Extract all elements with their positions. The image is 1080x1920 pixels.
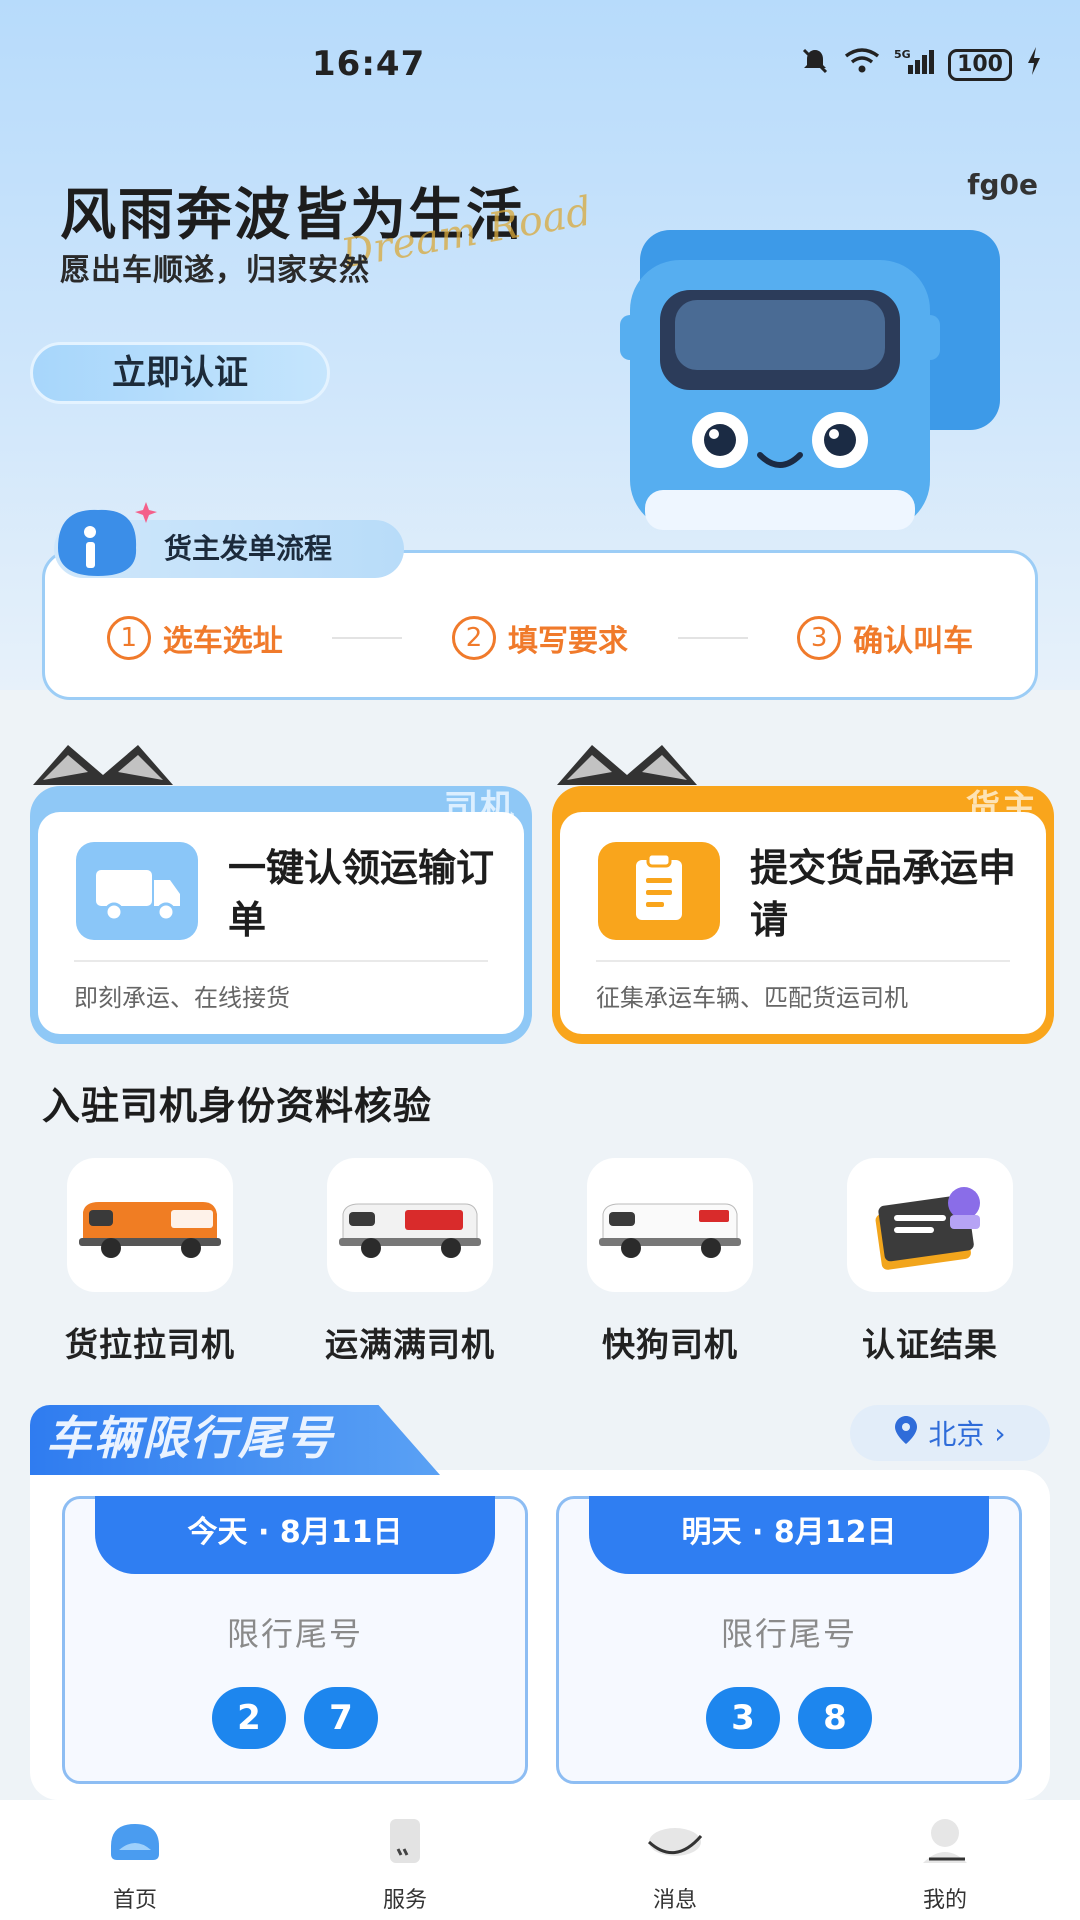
charging-icon (1026, 47, 1042, 82)
bottom-navigation: 首页 服务 消息 我的 (0, 1800, 1080, 1920)
nav-message[interactable]: 消息 (595, 1812, 755, 1914)
verify-item-kuaigou[interactable]: 快狗司机 (550, 1158, 790, 1366)
step-divider (677, 637, 748, 639)
flow-step-2: 2 填写要求 (451, 616, 628, 660)
certify-now-button[interactable]: 立即认证 (30, 342, 330, 404)
status-bar: 16:47 5G 100 (0, 38, 1080, 88)
verify-item-yunmanman[interactable]: 运满满司机 (290, 1158, 530, 1366)
divider (74, 960, 488, 962)
hero-subtitle: 愿出车顺遂，归家安然 (60, 253, 370, 288)
signal-icon: 5G (894, 47, 935, 82)
nav-label: 我的 (922, 1888, 967, 1913)
hero-code: fg0e (967, 168, 1038, 201)
nav-home[interactable]: 首页 (55, 1812, 215, 1914)
nav-label: 首页 (112, 1888, 157, 1913)
owner-submit-request-card[interactable]: 货主 提交货品承运申请 征集承运车辆、匹配货运司机 (552, 786, 1054, 1044)
step-label: 确认叫车 (853, 624, 974, 659)
driver-verify-list: 货拉拉司机 运满满司机 快狗司机 认证结果 (30, 1158, 1050, 1366)
truck-mascot-illustration (620, 220, 1010, 550)
restriction-numbers: 3 8 (559, 1687, 1019, 1749)
restriction-numbers: 2 7 (65, 1687, 525, 1749)
location-pin-icon (894, 1415, 918, 1452)
nav-service[interactable]: 服务 (325, 1812, 485, 1914)
step-label: 选车选址 (162, 624, 283, 659)
driver-claim-order-card[interactable]: 司机 一键认领运输订单 即刻承运、在线接货 (30, 786, 532, 1044)
verify-item-result[interactable]: 认证结果 (810, 1158, 1050, 1366)
truck-icon (76, 842, 198, 940)
day-label: 限行尾号 (720, 1615, 857, 1653)
verify-item-huolala[interactable]: 货拉拉司机 (30, 1158, 270, 1366)
step-label: 填写要求 (507, 624, 628, 659)
step-number: 2 (451, 616, 496, 660)
verify-item-label: 运满满司机 (325, 1325, 495, 1364)
driver-card-body: 一键认领运输订单 即刻承运、在线接货 (38, 812, 524, 1034)
verify-item-label: 货拉拉司机 (65, 1325, 235, 1364)
message-icon (643, 1812, 707, 1870)
battery-indicator: 100 (948, 48, 1012, 81)
checkered-flag-icon (28, 740, 178, 790)
day-header: 明天 · 8月12日 (589, 1496, 989, 1574)
city-name: 北京 (928, 1418, 985, 1451)
home-icon (103, 1812, 167, 1870)
white-van-icon (587, 1158, 753, 1292)
mute-icon (800, 46, 830, 83)
info-mascot-icon (48, 498, 158, 580)
restriction-number: 3 (706, 1687, 780, 1749)
clipboard-icon (598, 842, 720, 940)
driver-card-desc: 即刻承运、在线接货 (74, 984, 290, 1012)
verify-item-label: 认证结果 (862, 1325, 998, 1364)
step-number: 3 (797, 616, 842, 660)
restriction-number: 2 (212, 1687, 286, 1749)
certificate-stamp-icon (847, 1158, 1013, 1292)
city-selector-button[interactable]: 北京 › (850, 1405, 1050, 1461)
svg-text:5G: 5G (894, 48, 911, 61)
owner-card-title: 提交货品承运申请 (750, 846, 1017, 942)
owner-card-desc: 征集承运车辆、匹配货运司机 (596, 984, 908, 1012)
restriction-number: 8 (798, 1687, 872, 1749)
status-time: 16:47 (312, 44, 426, 84)
nav-label: 消息 (652, 1888, 697, 1913)
verify-item-label: 快狗司机 (602, 1325, 738, 1364)
chevron-right-icon: › (994, 1416, 1006, 1450)
orange-van-icon (67, 1158, 233, 1292)
driver-verify-section-title: 入驻司机身份资料核验 (42, 1084, 433, 1128)
step-number: 1 (106, 616, 151, 660)
restriction-title: 车辆限行尾号 (46, 1411, 334, 1465)
owner-card-body: 提交货品承运申请 征集承运车辆、匹配货运司机 (560, 812, 1046, 1034)
step-divider (332, 637, 403, 639)
wifi-icon (844, 47, 880, 82)
driver-card-title: 一键认领运输订单 (228, 846, 495, 942)
service-icon (373, 1812, 437, 1870)
day-label: 限行尾号 (226, 1615, 363, 1653)
restriction-number: 7 (304, 1687, 378, 1749)
flow-step-1: 1 选车选址 (106, 616, 283, 660)
restriction-tomorrow-card: 明天 · 8月12日 限行尾号 3 8 (556, 1496, 1022, 1784)
order-flow-steps: 1 选车选址 2 填写要求 3 确认叫车 (42, 608, 1038, 668)
profile-icon (913, 1812, 977, 1870)
divider (596, 960, 1010, 962)
restriction-today-card: 今天 · 8月11日 限行尾号 2 7 (62, 1496, 528, 1784)
nav-profile[interactable]: 我的 (865, 1812, 1025, 1914)
day-header: 今天 · 8月11日 (95, 1496, 495, 1574)
checkered-flag-icon (552, 740, 702, 790)
white-van-red-icon (327, 1158, 493, 1292)
status-icons: 5G 100 (800, 46, 1042, 83)
flow-step-3: 3 确认叫车 (797, 616, 973, 660)
nav-label: 服务 (382, 1888, 427, 1913)
